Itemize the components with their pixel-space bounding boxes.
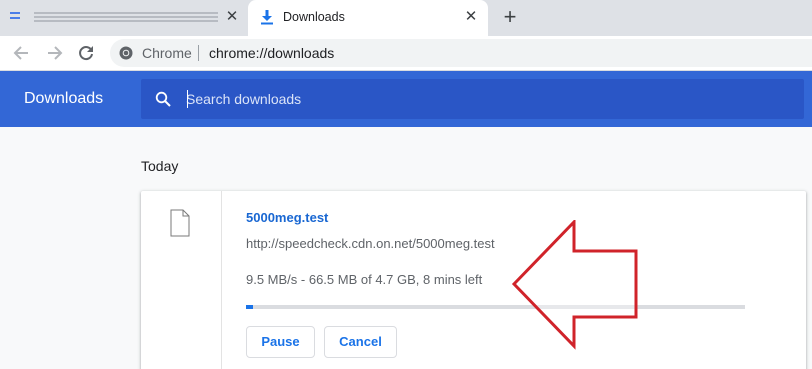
downloads-header: Downloads: [0, 71, 812, 127]
omnibox-url[interactable]: chrome://downloads: [209, 45, 334, 61]
pause-button[interactable]: Pause: [246, 326, 315, 358]
tab-strip: ✕ Downloads ✕ +: [0, 0, 812, 36]
search-input[interactable]: [186, 87, 746, 111]
search-icon[interactable]: [155, 91, 171, 107]
tab-favicon-icon: [10, 12, 22, 22]
toolbar: Chrome chrome://downloads: [0, 36, 812, 71]
omnibox-separator: [198, 45, 199, 61]
plus-icon[interactable]: +: [498, 5, 522, 29]
omnibox-site-name: Chrome: [142, 45, 192, 61]
tab-title-placeholder: [34, 12, 218, 22]
downloads-list: Today 5000meg.test http://speedcheck.cdn…: [0, 127, 812, 369]
download-status-text: 9.5 MB/s - 66.5 MB of 4.7 GB, 8 mins lef…: [246, 272, 483, 287]
tab-title: Downloads: [283, 10, 345, 24]
omnibox[interactable]: Chrome chrome://downloads: [110, 39, 812, 67]
file-icon: [170, 209, 190, 237]
progress-bar-fill: [246, 305, 253, 309]
reload-icon[interactable]: [76, 43, 96, 63]
search-box[interactable]: [141, 79, 804, 119]
browser-window: ✕ Downloads ✕ + Chrome chrome://download…: [0, 0, 812, 369]
forward-arrow-icon[interactable]: [44, 43, 64, 63]
cancel-button[interactable]: Cancel: [324, 326, 397, 358]
section-date-label: Today: [141, 158, 179, 174]
close-icon[interactable]: ✕: [462, 8, 480, 26]
download-icon: [261, 10, 273, 25]
file-icon-column: [141, 191, 222, 369]
chrome-logo-icon: [119, 46, 133, 60]
back-arrow-icon[interactable]: [12, 43, 32, 63]
progress-bar: [246, 305, 745, 309]
tab-downloads[interactable]: Downloads ✕: [248, 0, 488, 36]
file-source-url[interactable]: http://speedcheck.cdn.on.net/5000meg.tes…: [246, 236, 495, 251]
text-cursor: [187, 90, 188, 108]
file-name-link[interactable]: 5000meg.test: [246, 210, 328, 225]
download-item-card: 5000meg.test http://speedcheck.cdn.on.ne…: [141, 191, 806, 369]
close-icon[interactable]: ✕: [223, 8, 241, 26]
tab-inactive[interactable]: ✕: [0, 0, 247, 36]
page-title: Downloads: [24, 90, 104, 107]
red-arrow-annotation: [511, 220, 638, 350]
